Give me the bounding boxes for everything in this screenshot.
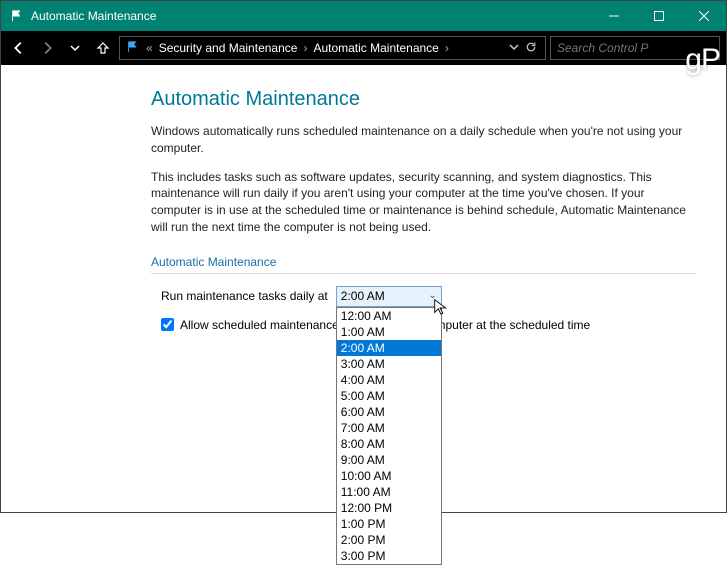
dropdown-option[interactable]: 12:00 AM [337,308,441,324]
chevron-down-icon[interactable] [509,41,519,55]
dropdown-option[interactable]: 12:00 PM [337,500,441,516]
dropdown-selected[interactable]: 2:00 AM ⌄ [336,286,442,307]
divider [151,273,696,274]
chevron-right-icon: › [303,41,307,55]
dropdown-option[interactable]: 4:00 AM [337,372,441,388]
minimize-button[interactable] [591,1,636,31]
dropdown-selected-value: 2:00 AM [341,288,385,305]
dropdown-option[interactable]: 9:00 AM [337,452,441,468]
description-text: Windows automatically runs scheduled mai… [151,123,696,157]
breadcrumb-item[interactable]: Security and Maintenance [155,41,302,55]
dropdown-option[interactable]: 2:00 AM [337,340,441,356]
back-button[interactable] [7,36,31,60]
up-button[interactable] [91,36,115,60]
dropdown-option[interactable]: 1:00 AM [337,324,441,340]
maintenance-time-row: Run maintenance tasks daily at 2:00 AM ⌄… [151,286,696,307]
window-title: Automatic Maintenance [31,9,591,23]
wake-checkbox[interactable] [161,318,174,331]
address-bar[interactable]: « Security and Maintenance › Automatic M… [119,36,546,60]
dropdown-option[interactable]: 11:00 AM [337,484,441,500]
forward-button[interactable] [35,36,59,60]
dropdown-option[interactable]: 3:00 PM [337,548,441,564]
main-content: Automatic Maintenance Windows automatica… [1,65,726,353]
chevron-down-icon: ⌄ [428,289,436,303]
dropdown-option[interactable]: 10:00 AM [337,468,441,484]
page-title: Automatic Maintenance [151,85,696,113]
dropdown-option[interactable]: 1:00 PM [337,516,441,532]
run-tasks-label: Run maintenance tasks daily at [151,288,328,305]
dropdown-option[interactable]: 6:00 AM [337,404,441,420]
time-dropdown[interactable]: 2:00 AM ⌄ 12:00 AM1:00 AM2:00 AM3:00 AM4… [336,286,442,307]
breadcrumb-prefix: « [146,41,153,55]
navigation-bar: « Security and Maintenance › Automatic M… [1,31,726,65]
dropdown-list[interactable]: 12:00 AM1:00 AM2:00 AM3:00 AM4:00 AM5:00… [336,307,442,565]
flag-icon [9,8,25,24]
dropdown-option[interactable]: 7:00 AM [337,420,441,436]
description-text: This includes tasks such as software upd… [151,169,696,236]
refresh-icon[interactable] [525,41,537,56]
maximize-button[interactable] [636,1,681,31]
history-dropdown-button[interactable] [63,36,87,60]
window-controls [591,1,726,31]
flag-icon [126,40,140,57]
section-label: Automatic Maintenance [151,254,696,271]
watermark-logo: gP [685,43,720,77]
dropdown-option[interactable]: 2:00 PM [337,532,441,548]
dropdown-option[interactable]: 3:00 AM [337,356,441,372]
dropdown-option[interactable]: 5:00 AM [337,388,441,404]
dropdown-option[interactable]: 8:00 AM [337,436,441,452]
window-titlebar: Automatic Maintenance [1,1,726,31]
close-button[interactable] [681,1,726,31]
breadcrumb-item[interactable]: Automatic Maintenance [309,41,442,55]
chevron-right-icon: › [445,41,449,55]
